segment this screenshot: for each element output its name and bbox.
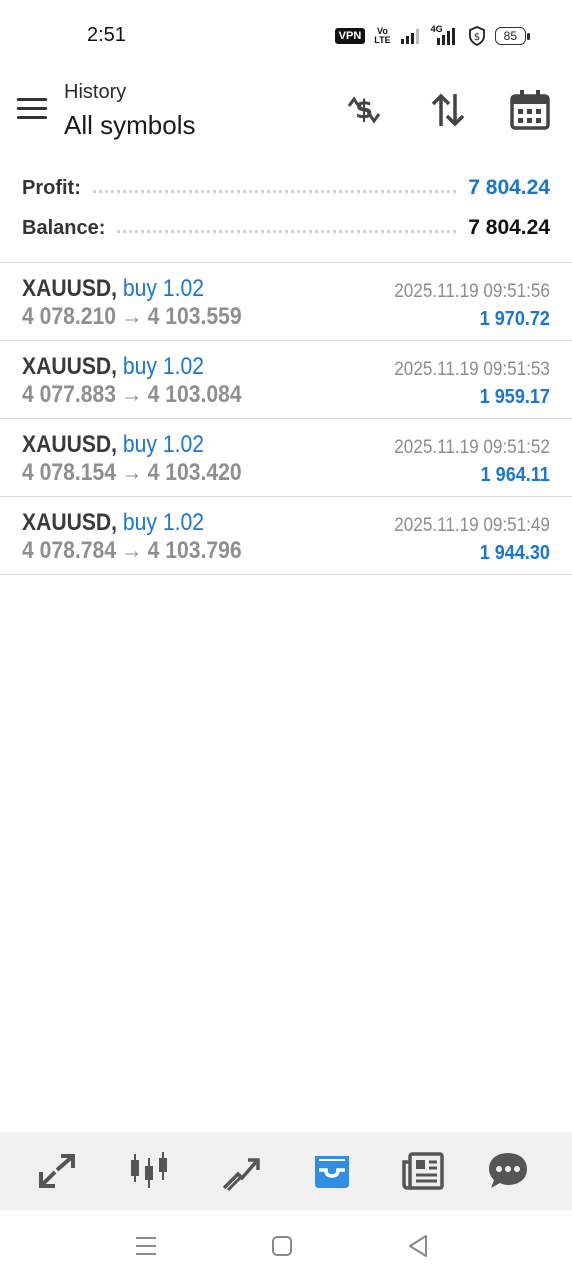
page-title[interactable]: All symbols: [64, 110, 195, 141]
trade-type: buy 1.02: [122, 275, 204, 302]
close-price: 4 103.559: [147, 303, 242, 330]
trade-time: 2025.11.19 09:51:53: [394, 359, 550, 380]
trade-symbol: XAUUSD,: [22, 431, 118, 458]
balance-label: Balance:: [22, 216, 106, 239]
trade-profit: 1 944.30: [479, 542, 550, 564]
quotes-icon[interactable]: [35, 1148, 81, 1194]
open-price: 4 078.784: [22, 537, 116, 564]
trade-type: buy 1.02: [122, 353, 204, 380]
svg-text:$: $: [355, 95, 373, 125]
sort-icon[interactable]: [426, 88, 470, 132]
trade-title: XAUUSD, buy 1.02: [22, 275, 204, 303]
trade-symbol: XAUUSD,: [22, 509, 118, 536]
bottom-navigation: [0, 1132, 572, 1210]
balance-value: 7 804.24: [468, 216, 550, 239]
signal-icon: [400, 29, 419, 44]
vpn-icon: VPN: [334, 28, 366, 44]
trade-profit: 1 964.11: [480, 464, 550, 486]
volte-icon: Vo LTE: [374, 26, 391, 45]
close-price: 4 103.796: [147, 537, 242, 564]
header-subtitle: History: [64, 81, 127, 103]
trade-symbol: XAUUSD,: [22, 275, 118, 302]
trade-prices: 4 078.784 → 4 103.796: [22, 537, 242, 565]
arrow-icon: →: [121, 381, 143, 408]
status-icons: VPN Vo LTE 4G $ 85: [334, 24, 531, 47]
trade-symbol: XAUUSD,: [22, 353, 118, 380]
history-icon[interactable]: [309, 1148, 355, 1194]
trade-time: 2025.11.19 09:51:52: [394, 437, 550, 458]
svg-text:$: $: [473, 32, 479, 43]
trade-profit: 1 959.17: [479, 386, 550, 408]
system-navigation: [0, 1210, 572, 1280]
balance-row: Balance: 7 804.24: [22, 208, 550, 248]
news-icon[interactable]: [400, 1148, 446, 1194]
trade-title: XAUUSD, buy 1.02: [22, 509, 204, 537]
signal-4g-icon: [436, 28, 455, 45]
open-price: 4 078.210: [22, 303, 116, 330]
trade-prices: 4 078.210 → 4 103.559: [22, 303, 242, 331]
trade-icon[interactable]: [218, 1148, 264, 1194]
arrow-icon: →: [121, 303, 143, 330]
trade-title: XAUUSD, buy 1.02: [22, 431, 204, 459]
trade-profit: 1 970.72: [479, 308, 550, 330]
status-time: 2:51: [87, 24, 126, 46]
trade-row[interactable]: XAUUSD, buy 1.02 4 078.210 → 4 103.559 202…: [0, 263, 572, 341]
recents-icon[interactable]: [132, 1232, 160, 1260]
trade-prices: 4 078.154 → 4 103.420: [22, 459, 242, 487]
home-icon[interactable]: [268, 1232, 296, 1260]
dotted-leader: [92, 189, 457, 193]
back-icon[interactable]: [404, 1232, 432, 1260]
shield-icon: $: [468, 26, 485, 46]
close-price: 4 103.084: [147, 381, 242, 408]
trade-prices: 4 077.883 → 4 103.084: [22, 381, 242, 409]
arrow-icon: →: [121, 459, 143, 486]
dotted-leader: [117, 229, 457, 233]
trade-row[interactable]: XAUUSD, buy 1.02 4 078.154 → 4 103.420 202…: [0, 419, 572, 497]
trade-row[interactable]: XAUUSD, buy 1.02 4 077.883 → 4 103.084 202…: [0, 341, 572, 419]
menu-button[interactable]: [17, 98, 47, 122]
network-4g-icon: 4G: [431, 24, 459, 46]
battery-icon: 85: [494, 27, 531, 45]
status-bar: 2:51 VPN Vo LTE 4G $ 85: [0, 0, 572, 72]
arrow-icon: →: [121, 537, 143, 564]
trade-list: XAUUSD, buy 1.02 4 078.210 → 4 103.559 202…: [0, 262, 572, 575]
trade-type: buy 1.02: [122, 431, 204, 458]
profit-row: Profit: 7 804.24: [22, 168, 550, 208]
chat-icon[interactable]: [485, 1148, 531, 1194]
open-price: 4 078.154: [22, 459, 116, 486]
currency-exchange-icon[interactable]: $: [342, 88, 386, 132]
close-price: 4 103.420: [147, 459, 242, 486]
app-header: History All symbols $: [0, 72, 572, 162]
profit-value: 7 804.24: [468, 176, 550, 199]
profit-label: Profit:: [22, 176, 81, 199]
trade-row[interactable]: XAUUSD, buy 1.02 4 078.784 → 4 103.796 202…: [0, 497, 572, 575]
calendar-icon[interactable]: [508, 88, 552, 132]
trade-time: 2025.11.19 09:51:49: [394, 515, 550, 536]
chart-icon[interactable]: [126, 1148, 172, 1194]
trade-title: XAUUSD, buy 1.02: [22, 353, 204, 381]
trade-time: 2025.11.19 09:51:56: [394, 281, 550, 302]
open-price: 4 077.883: [22, 381, 116, 408]
trade-type: buy 1.02: [122, 509, 204, 536]
